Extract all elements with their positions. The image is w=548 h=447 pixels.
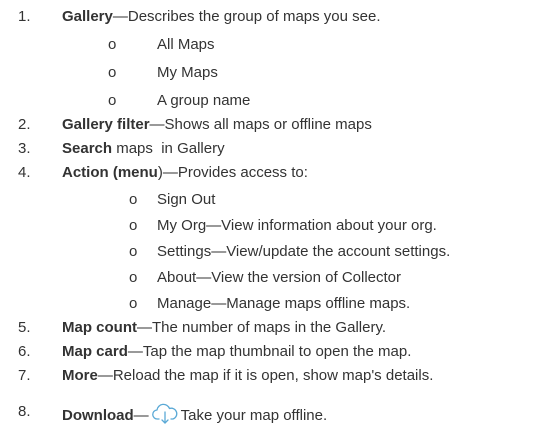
item-description: —Tap the map thumbnail to open the map. [127,343,412,360]
bullet: o [108,36,117,53]
item-title: Gallery filter [62,116,150,133]
item-title: Search [62,140,113,157]
item-number: 2. [18,116,31,133]
bullet: o [129,269,138,286]
help-list: 1. Gallery—Describes the group of maps y… [18,8,451,425]
item-description: —The number of maps in the Gallery. [137,319,386,336]
bullet: o [129,295,138,312]
item-title: Map count [62,319,137,336]
item-title: Download [62,407,134,424]
item-description: —Shows all maps or offline maps [149,116,372,133]
item-number: 6. [18,343,31,360]
bullet: o [108,92,117,109]
bullet: o [129,191,138,208]
bullet: o [129,217,138,234]
item-title: Map card [62,343,128,360]
item-title: Gallery [62,8,113,25]
cloud-download-icon [151,401,179,425]
item-title: Action (menu [62,164,158,181]
item-description: )—Provides access to: [157,164,308,181]
item-description: Take your map offline. [180,407,328,424]
item-description: —Describes the group of maps you see. [112,8,381,25]
item-number: 7. [18,367,31,384]
item-number: 5. [18,319,31,336]
item-description: —Reload the map if it is open, show map'… [97,367,434,384]
bullet: o [129,243,138,260]
item-number: 8. [18,403,31,420]
item-number: 1. [18,8,31,25]
item-number: 3. [18,140,31,157]
item-title: More [62,367,98,384]
item-description: maps in Gallery [112,140,225,157]
item-number: 4. [18,164,31,181]
bullet: o [108,64,117,81]
